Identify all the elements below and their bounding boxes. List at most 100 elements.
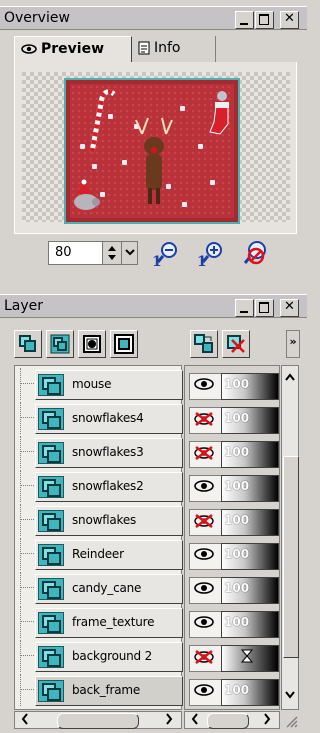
scroll-right-icon[interactable]	[165, 713, 173, 728]
layer-opacity-slider[interactable]: 100	[221, 611, 279, 638]
layer-list-horizontal-scrollbar[interactable]	[14, 711, 182, 729]
new-group-button[interactable]	[46, 330, 74, 358]
tree-connector	[20, 368, 21, 400]
layer-row[interactable]: snowflakes3	[15, 436, 183, 468]
tab-preview[interactable]: Preview	[14, 36, 132, 62]
visible-eye-icon[interactable]	[189, 577, 224, 604]
layer-opacity-slider[interactable]: 100	[221, 543, 279, 570]
tree-connector	[20, 655, 34, 656]
zoom-spinner[interactable]	[102, 241, 122, 265]
layer-row[interactable]: snowflakes	[15, 504, 183, 536]
layer-visibility-column: 100 100 100 100 100 100 100 100 100	[184, 365, 280, 710]
tab-preview-label: Preview	[41, 41, 105, 57]
layer-opacity-value: 100	[224, 581, 250, 595]
hidden-eye-icon[interactable]	[189, 645, 224, 672]
toolbar-overflow-button[interactable]: »	[286, 330, 300, 358]
layer-item[interactable]: candy_cane	[35, 574, 183, 604]
layer-vertical-scrollbar[interactable]	[281, 365, 299, 710]
horizontal-scroll-thumb[interactable]	[57, 713, 139, 729]
layer-item[interactable]: Reindeer	[35, 540, 183, 570]
zoom-dropdown-button[interactable]	[122, 241, 138, 265]
layer-opacity-slider[interactable]: 100	[221, 441, 279, 468]
layer-opacity-slider[interactable]: 100	[221, 577, 279, 604]
layer-maximize-button[interactable]	[255, 299, 274, 317]
layer-item[interactable]: snowflakes2	[35, 472, 183, 502]
horizontal-scroll-thumb[interactable]	[207, 713, 249, 729]
layer-icon	[38, 680, 64, 702]
zoom-in-button[interactable]: 1	[196, 238, 226, 268]
hidden-eye-icon[interactable]	[189, 441, 224, 468]
layer-row[interactable]: snowflakes4	[15, 402, 183, 434]
layer-opacity-value: 100	[224, 377, 250, 391]
scroll-left-icon[interactable]	[21, 713, 29, 728]
layer-opacity-slider[interactable]: 100	[221, 373, 279, 400]
visible-eye-icon[interactable]	[189, 475, 224, 502]
layer-opacity-slider[interactable]	[221, 645, 279, 672]
zoom-reset-button[interactable]	[240, 238, 270, 268]
preview-thumbnail[interactable]	[64, 78, 240, 224]
layer-row[interactable]: candy_cane	[15, 572, 183, 604]
zoom-in-icon: 1	[197, 242, 222, 268]
visible-eye-icon[interactable]	[189, 373, 224, 400]
overview-maximize-button[interactable]	[255, 11, 274, 29]
layer-item[interactable]: mouse	[35, 370, 183, 400]
layer-row[interactable]: background 2	[15, 640, 183, 672]
zoom-out-button[interactable]: 1	[151, 238, 181, 268]
zoom-level-input[interactable]: 80	[48, 241, 102, 265]
hidden-eye-icon[interactable]	[189, 407, 224, 434]
layer-close-button[interactable]: ✕	[280, 299, 299, 317]
tree-connector	[20, 383, 34, 384]
layer-visibility-row	[185, 640, 279, 672]
chevron-down-icon	[124, 249, 135, 256]
layer-item[interactable]: back_frame	[35, 676, 183, 706]
layer-row[interactable]: mouse	[15, 368, 183, 400]
layer-row[interactable]: back_frame	[15, 674, 183, 706]
layer-opacity-slider[interactable]: 100	[221, 407, 279, 434]
layer-row[interactable]: frame_texture	[15, 606, 183, 638]
tree-connector	[20, 519, 34, 520]
overview-close-button[interactable]: ✕	[280, 11, 299, 29]
scroll-up-icon[interactable]	[285, 370, 295, 384]
scroll-left-icon[interactable]	[191, 713, 199, 728]
layer-icon	[38, 544, 64, 566]
layer-opacity-slider[interactable]: 100	[221, 509, 279, 536]
layer-opacity-slider[interactable]: 100	[221, 475, 279, 502]
layer-mask-icon	[83, 335, 101, 353]
visible-eye-icon[interactable]	[189, 611, 224, 638]
resize-grip-icon[interactable]	[281, 711, 299, 729]
merge-layers-button[interactable]	[190, 330, 218, 358]
layer-item[interactable]: frame_texture	[35, 608, 183, 638]
tree-connector	[20, 436, 21, 468]
hidden-eye-icon[interactable]	[189, 509, 224, 536]
layer-opacity-value: 100	[224, 479, 250, 493]
layer-opacity-value: 100	[224, 513, 250, 527]
visible-eye-icon[interactable]	[189, 543, 224, 570]
layer-row[interactable]: Reindeer	[15, 538, 183, 570]
scroll-down-icon[interactable]	[285, 688, 295, 702]
overview-minimize-button[interactable]	[235, 11, 254, 29]
layer-visibility-row: 100	[185, 436, 279, 468]
delete-layer-button[interactable]	[222, 330, 250, 358]
layer-item[interactable]: snowflakes	[35, 506, 183, 536]
layer-name: candy_cane	[72, 581, 142, 595]
layer-title: Layer	[4, 298, 44, 314]
layer-item[interactable]: background 2	[35, 642, 183, 672]
new-layer-button[interactable]	[14, 330, 42, 358]
layer-row[interactable]: snowflakes2	[15, 470, 183, 502]
layer-mask-button[interactable]	[78, 330, 106, 358]
scroll-right-icon[interactable]	[263, 713, 271, 728]
visibility-horizontal-scrollbar[interactable]	[184, 711, 280, 729]
layer-minimize-button[interactable]	[235, 299, 254, 317]
layer-opacity-slider[interactable]: 100	[221, 679, 279, 706]
layer-item[interactable]: snowflakes3	[35, 438, 183, 468]
tree-connector	[20, 674, 21, 706]
tree-connector	[20, 587, 34, 588]
layer-name: snowflakes3	[72, 445, 144, 459]
vertical-scroll-thumb[interactable]	[283, 456, 299, 658]
layer-frame-button[interactable]	[110, 330, 138, 358]
layer-item[interactable]: snowflakes4	[35, 404, 183, 434]
tree-connector	[20, 417, 34, 418]
visible-eye-icon[interactable]	[189, 679, 224, 706]
tab-info[interactable]: Info	[132, 36, 216, 62]
overview-title: Overview	[4, 10, 70, 26]
